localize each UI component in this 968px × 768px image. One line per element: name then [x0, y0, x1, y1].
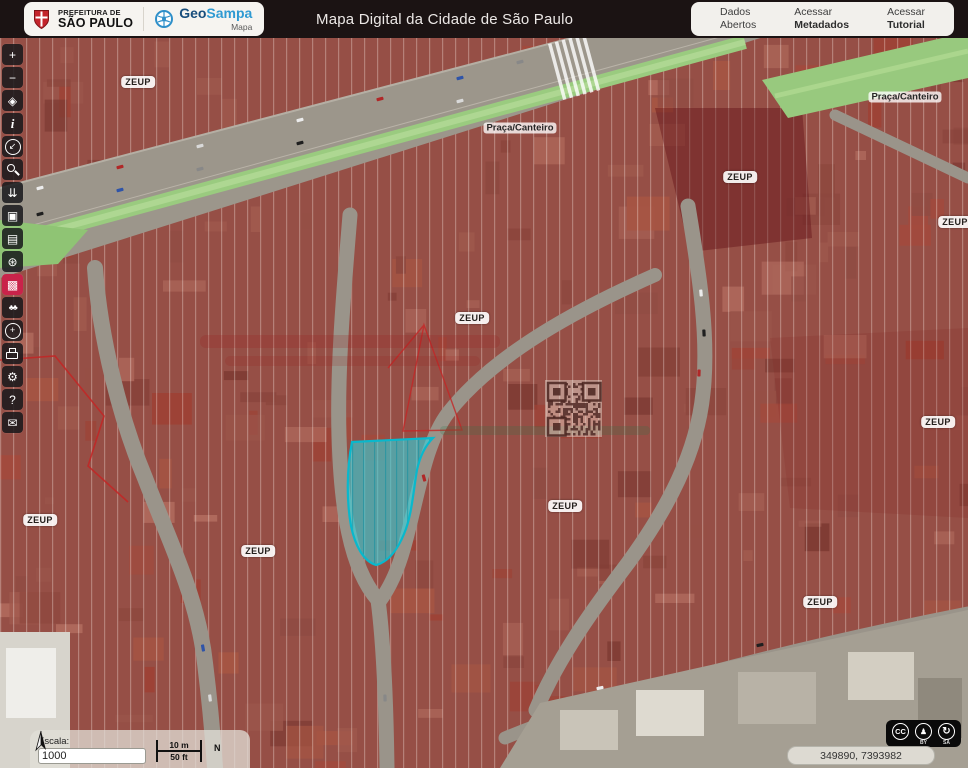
scale-metric: 10 m	[156, 740, 202, 752]
geosampa-app: PREFEITURA DE SÃO PAULO GeoSampa Mapa Ma…	[0, 0, 968, 768]
toolbar-measure-button[interactable]: ▤	[2, 228, 23, 249]
zone-label: ZEUP	[241, 545, 275, 557]
attribution-person-icon: ♟	[915, 723, 932, 740]
share-alike-icon: ↻	[938, 723, 955, 740]
acessar-tutorial-button[interactable]: Acessar Tutorial	[877, 4, 935, 34]
acessar-metadados-button[interactable]: Acessar Metadados	[784, 4, 859, 34]
zone-label: ZEUP	[455, 312, 489, 324]
toolbar-layers-button[interactable]: ◈	[2, 90, 23, 111]
toolbar-help-button[interactable]: ?	[2, 389, 23, 410]
scale-input[interactable]	[38, 748, 146, 764]
save-icon: ▣	[7, 210, 18, 222]
toolbar-select-features-button[interactable]: ⇊	[2, 182, 23, 203]
button-line: Abertos	[720, 19, 756, 32]
map-render	[0, 38, 968, 768]
circle-arrow-icon: ↙	[5, 139, 21, 155]
measure-icon: ▤	[7, 233, 18, 245]
north-arrow: N	[214, 747, 221, 753]
org-name: PREFEITURA DE SÃO PAULO	[58, 9, 133, 29]
zone-label: ZEUP	[548, 500, 582, 512]
scale-bar: 10 m 50 ft	[156, 740, 202, 762]
toolbar-thematic-layers-button[interactable]: ▩	[2, 274, 23, 295]
toolbar-zoom-in-button[interactable]: +	[2, 44, 23, 65]
zone-label: ZEUP	[921, 416, 955, 428]
header: PREFEITURA DE SÃO PAULO GeoSampa Mapa Ma…	[0, 0, 968, 38]
wordmark-geo: Geo	[179, 5, 206, 21]
toolbar-print-button[interactable]	[2, 343, 23, 364]
dados-abertos-button[interactable]: Dados Abertos	[710, 4, 766, 34]
header-nav: Dados Abertos Acessar Metadados Acessar …	[691, 2, 954, 36]
toolbar-snapshot-button[interactable]: ↙	[2, 136, 23, 157]
wordmark-sampa: Sampa	[206, 5, 252, 21]
question-icon: ?	[9, 394, 16, 406]
logo-divider	[143, 7, 144, 31]
toolbar-info-button[interactable]: i	[2, 113, 23, 134]
scale-panel: Escala: 10 m 50 ft N	[30, 730, 250, 768]
zone-label: ZEUP	[723, 171, 757, 183]
gear-icon: ⚙	[7, 371, 18, 383]
geosampa-globe-icon	[154, 9, 174, 29]
trees-icon: ♣♣	[9, 304, 17, 312]
license-badge[interactable]: CC ♟ BY ↻ SA	[886, 720, 961, 747]
coordinates-readout: 349890, 7393982	[787, 746, 935, 765]
zone-label: ZEUP	[803, 596, 837, 608]
toolbar-contact-button[interactable]: ✉	[2, 412, 23, 433]
thematic-map-icon: ▩	[7, 279, 18, 291]
zone-label: ZEUP	[121, 76, 155, 88]
toolbar-street-photos-button[interactable]: ⊛	[2, 251, 23, 272]
button-line: Dados	[720, 6, 756, 19]
qr-watermark	[545, 380, 602, 437]
toolbar-save-button[interactable]: ▣	[2, 205, 23, 226]
plus-icon: +	[9, 49, 16, 61]
toolbar-search-button[interactable]	[2, 159, 23, 180]
north-label: N	[214, 744, 221, 753]
reel-icon: ⊛	[7, 256, 17, 268]
zone-label: ZEUP	[938, 216, 968, 228]
button-line: Acessar	[887, 6, 925, 19]
scale-label: Escala:	[38, 736, 146, 747]
printer-icon	[6, 348, 19, 360]
north-arrow-icon	[30, 730, 52, 752]
wordmark-mapa: Mapa	[179, 23, 252, 32]
scale-imperial: 50 ft	[156, 752, 202, 762]
page-title: Mapa Digital da Cidade de São Paulo	[316, 0, 573, 38]
geosampa-logo: GeoSampa Mapa	[154, 6, 252, 32]
sp-crest-icon	[32, 9, 51, 30]
button-line: Acessar	[794, 6, 849, 19]
logo-area[interactable]: PREFEITURA DE SÃO PAULO GeoSampa Mapa	[24, 2, 264, 36]
area-label: Praça/Canteiro	[868, 92, 941, 103]
search-icon	[6, 163, 19, 176]
toolbar-vegetation-button[interactable]: ♣♣	[2, 297, 23, 318]
button-line: Metadados	[794, 19, 849, 32]
envelope-icon: ✉	[7, 417, 17, 429]
geosampa-wordmark: GeoSampa Mapa	[179, 6, 252, 32]
select-arrows-icon: ⇊	[7, 187, 17, 199]
org-line2: SÃO PAULO	[58, 17, 133, 30]
area-label: Praça/Canteiro	[483, 123, 556, 134]
zone-label: ZEUP	[23, 514, 57, 526]
info-icon: i	[11, 117, 15, 130]
button-line: Tutorial	[887, 19, 925, 32]
minus-icon: −	[9, 72, 16, 84]
map-canvas[interactable]: ZEUP ZEUP ZEUP ZEUP ZEUP ZEUP ZEUP ZEUP ZEUP Praç…	[0, 38, 968, 768]
crosshair-icon: +	[5, 323, 21, 339]
sa-label: SA	[943, 740, 950, 746]
toolbar-zoom-out-button[interactable]: −	[2, 67, 23, 88]
cc-icon: CC	[892, 723, 909, 740]
layers-icon: ◈	[8, 95, 17, 107]
toolbar-settings-button[interactable]: ⚙	[2, 366, 23, 387]
toolbar-center-coordinates-button[interactable]: +	[2, 320, 23, 341]
map-toolbar: + − ◈ i ↙ ⇊ ▣ ▤ ⊛ ▩ ♣♣ + ⚙? ✉	[2, 44, 23, 433]
